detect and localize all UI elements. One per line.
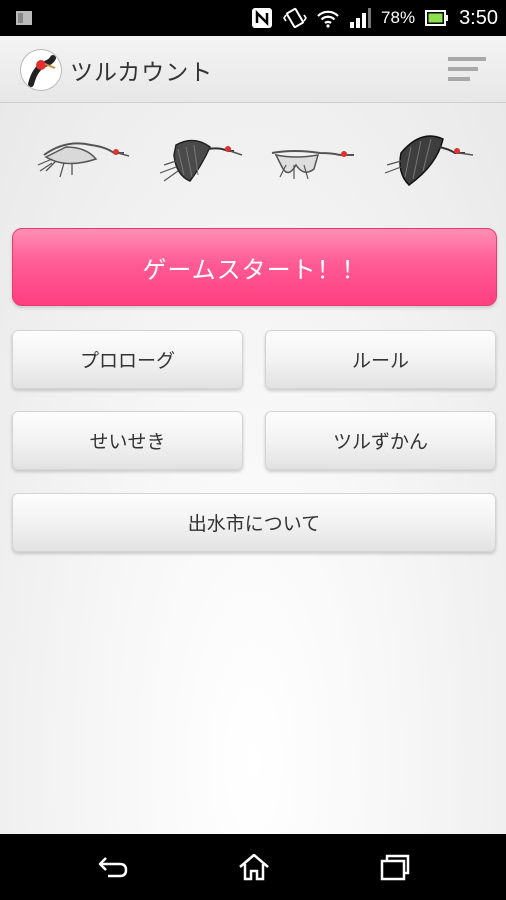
clock: 3:50 [459, 6, 498, 29]
game-start-button[interactable]: ゲームスタート！！ [12, 228, 497, 306]
back-icon[interactable] [96, 852, 130, 882]
prologue-button[interactable]: プロローグ [12, 330, 243, 389]
menu-icon[interactable] [448, 56, 486, 82]
notification-icon [16, 11, 32, 25]
about-izumi-city-button[interactable]: 出水市について [12, 493, 496, 552]
app-bar: ツルカウント [0, 36, 506, 103]
grey-crane-icon [271, 150, 354, 180]
rules-button[interactable]: ルール [265, 330, 496, 389]
wifi-icon [317, 10, 339, 28]
grey-crane-icon [37, 142, 130, 178]
results-button[interactable]: せいせき [12, 411, 243, 470]
nfc-icon [252, 8, 273, 28]
crane-encyclopedia-button[interactable]: ツルずかん [265, 411, 496, 470]
home-icon[interactable] [237, 852, 271, 882]
navigation-bar [0, 834, 506, 900]
battery-icon [425, 10, 449, 26]
dark-crane-icon [384, 135, 474, 186]
vibrate-icon [283, 7, 307, 29]
battery-percent: 78% [381, 8, 416, 27]
app-logo-icon[interactable] [20, 49, 62, 91]
app-title: ツルカウント [70, 60, 214, 86]
recents-icon[interactable] [378, 852, 412, 882]
status-bar: 78% 3:50 [0, 0, 506, 36]
crane-illustrations [36, 125, 476, 195]
signal-icon [350, 8, 372, 28]
dark-crane-icon [159, 139, 243, 182]
